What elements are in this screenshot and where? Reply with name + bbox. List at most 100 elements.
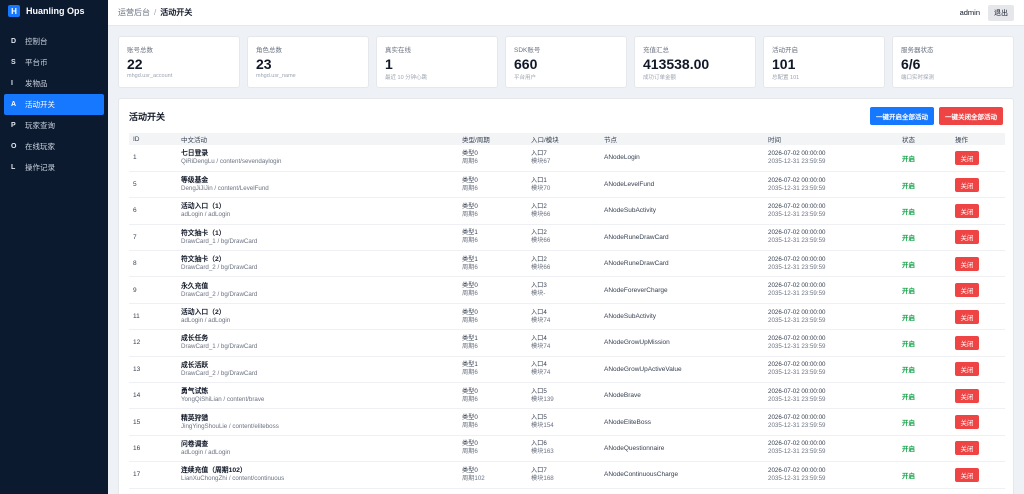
column-header: 入口/模块 <box>531 137 559 144</box>
stat-card: 活动开启 101 总配置 101 <box>763 36 885 88</box>
sidebar-item-label: 控制台 <box>25 37 48 46</box>
sidebar-item-2[interactable]: I 发物品 <box>4 73 104 94</box>
cell-node: ANodeLogin <box>600 145 764 172</box>
table-row: 12 成长任务 DrawCard_1 / bg/DrawCard 类型1 周期6 入口4 模… <box>129 329 1005 357</box>
cell-status: 开启 <box>898 250 951 278</box>
cell-action: 关闭 <box>951 435 1005 463</box>
cell-time: 2026-07-02 00:00:00 2035-12-31 23:59:59 <box>764 461 898 489</box>
activity-period: 周期6 <box>462 237 478 245</box>
cell-id: 15 <box>129 408 177 436</box>
close-activity-button[interactable]: 关闭 <box>955 388 979 403</box>
activity-period: 周期6 <box>462 395 478 403</box>
sidebar-item-1[interactable]: S 平台币 <box>4 52 104 73</box>
sidebar-item-5[interactable]: O 在线玩家 <box>4 136 104 157</box>
activity-entry: 入口5 <box>531 414 547 422</box>
activity-module: 模块139 <box>531 395 554 403</box>
cell-id: 9 <box>129 276 177 304</box>
activity-start-time: 2026-07-02 00:00:00 <box>768 229 826 237</box>
close-activity-button[interactable]: 关闭 <box>955 230 979 245</box>
close-all-button[interactable]: 一键关闭全部活动 <box>939 107 1003 125</box>
column-header: ID <box>133 135 140 143</box>
cell-node: ANodeGrowUpMission <box>600 329 764 357</box>
activity-type: 类型0 <box>462 176 478 184</box>
close-activity-button[interactable]: 关闭 <box>955 415 979 430</box>
cell-activity: 符文抽卡（2） DrawCard_2 / bg/DrawCard <box>177 250 458 278</box>
sidebar-item-3[interactable]: A 活动开关 <box>4 94 104 115</box>
activity-end-time: 2035-12-31 23:59:59 <box>768 395 826 403</box>
sidebar-item-icon: P <box>11 122 16 129</box>
cell-type-period: 类型0 周期6 <box>458 276 527 304</box>
close-activity-button[interactable]: 关闭 <box>955 150 979 165</box>
cell-entry-module: 入口4 模块74 <box>527 356 600 384</box>
activity-path: adLogin / adLogin <box>181 448 231 456</box>
table-row: 7 符文抽卡（1） DrawCard_1 / bg/DrawCard 类型1 周期6 入口… <box>129 224 1005 252</box>
close-activity-button[interactable]: 关闭 <box>955 362 979 377</box>
stat-value: 23 <box>256 56 272 72</box>
activity-path: QiRiDengLu / content/sevendaylogin <box>181 158 282 166</box>
stat-card: 充值汇总 413538.00 成功订单金额 <box>634 36 756 88</box>
activity-module: 模块67 <box>531 157 551 165</box>
activity-start-time: 2026-07-02 00:00:00 <box>768 282 826 290</box>
activity-panel: 活动开关 一键开启全部活动 一键关闭全部活动 ID 中文活动 类型/周期 入口/模块 节… <box>118 98 1014 494</box>
sidebar-item-0[interactable]: D 控制台 <box>4 31 104 52</box>
activity-start-time: 2026-07-02 00:00:00 <box>768 202 826 210</box>
table-body: 1 七日登录 QiRiDengLu / content/sevendaylogin 类… <box>129 145 1005 489</box>
activity-module: 模块66 <box>531 210 551 218</box>
table-row: 6 活动入口（1） adLogin / adLogin 类型0 周期6 入口2 模块66 AN… <box>129 197 1005 225</box>
activity-entry: 入口2 <box>531 255 547 263</box>
open-all-button[interactable]: 一键开启全部活动 <box>870 107 934 125</box>
close-activity-button[interactable]: 关闭 <box>955 467 979 482</box>
status-badge: 开启 <box>902 182 915 190</box>
sidebar-item-6[interactable]: L 操作记录 <box>4 157 104 178</box>
close-activity-button[interactable]: 关闭 <box>955 283 979 298</box>
cell-type-period: 类型1 周期6 <box>458 329 527 357</box>
close-activity-button[interactable]: 关闭 <box>955 309 979 324</box>
sidebar: H Huanling Ops D 控制台 S 平台币 I 发物品 A 活动开关 P 玩家查询 O 在线… <box>0 0 108 494</box>
activity-path: DrawCard_1 / bg/DrawCard <box>181 343 258 351</box>
activity-path: YongQiShiLian / content/brave <box>181 396 265 404</box>
status-badge: 开启 <box>902 420 915 428</box>
close-activity-button[interactable]: 关闭 <box>955 335 979 350</box>
column-header: 类型/周期 <box>462 137 490 144</box>
stat-value: 1 <box>385 56 393 72</box>
cell-id: 16 <box>129 435 177 463</box>
sidebar-nav: D 控制台 S 平台币 I 发物品 A 活动开关 P 玩家查询 O 在线玩家 L 操作记录 <box>0 31 108 178</box>
brand-logo: H <box>8 5 20 17</box>
activity-period: 周期6 <box>462 210 478 218</box>
activity-start-time: 2026-07-02 00:00:00 <box>768 255 826 263</box>
activity-name: 勇气试炼 <box>181 388 209 396</box>
cell-status: 开启 <box>898 197 951 225</box>
close-activity-button[interactable]: 关闭 <box>955 203 979 218</box>
cell-node: ANodeRuneDrawCard <box>600 250 764 278</box>
stat-sub: 平台用户 <box>514 75 537 81</box>
close-activity-button[interactable]: 关闭 <box>955 441 979 456</box>
header-right: admin 退出 <box>960 4 1014 21</box>
logout-button[interactable]: 退出 <box>988 4 1014 21</box>
cell-type-period: 类型1 周期6 <box>458 356 527 384</box>
column-header: 节点 <box>604 137 617 144</box>
cell-time: 2026-07-02 00:00:00 2035-12-31 23:59:59 <box>764 408 898 436</box>
cell-action: 关闭 <box>951 382 1005 410</box>
cell-action: 关闭 <box>951 329 1005 357</box>
sidebar-item-4[interactable]: P 玩家查询 <box>4 115 104 136</box>
activity-type: 类型0 <box>462 308 478 316</box>
activity-name: 符文抽卡（1） <box>181 229 226 237</box>
table-header-row: ID 中文活动 类型/周期 入口/模块 节点 时间 状态 操作 <box>129 133 1005 145</box>
activity-end-time: 2035-12-31 23:59:59 <box>768 316 826 324</box>
brand[interactable]: H Huanling Ops <box>0 0 108 22</box>
close-activity-button[interactable]: 关闭 <box>955 256 979 271</box>
activity-end-time: 2035-12-31 23:59:59 <box>768 342 826 350</box>
cell-activity: 连续充值（周期102） LianXuChongZhi / content/cont… <box>177 461 458 489</box>
activity-entry: 入口2 <box>531 202 547 210</box>
sidebar-item-icon: D <box>11 38 17 45</box>
activity-module: 模块154 <box>531 422 554 430</box>
close-activity-button[interactable]: 关闭 <box>955 177 979 192</box>
cell-node: ANodeLevelFund <box>600 171 764 199</box>
activity-type: 类型1 <box>462 334 478 342</box>
cell-node: ANodeRuneDrawCard <box>600 224 764 252</box>
breadcrumb-root[interactable]: 运营后台 <box>118 8 150 17</box>
panel-actions: 一键开启全部活动 一键关闭全部活动 <box>870 107 1003 125</box>
activity-end-time: 2035-12-31 23:59:59 <box>768 210 826 218</box>
stat-sub: 总配置 101 <box>772 75 800 81</box>
cell-time: 2026-07-02 00:00:00 2035-12-31 23:59:59 <box>764 329 898 357</box>
